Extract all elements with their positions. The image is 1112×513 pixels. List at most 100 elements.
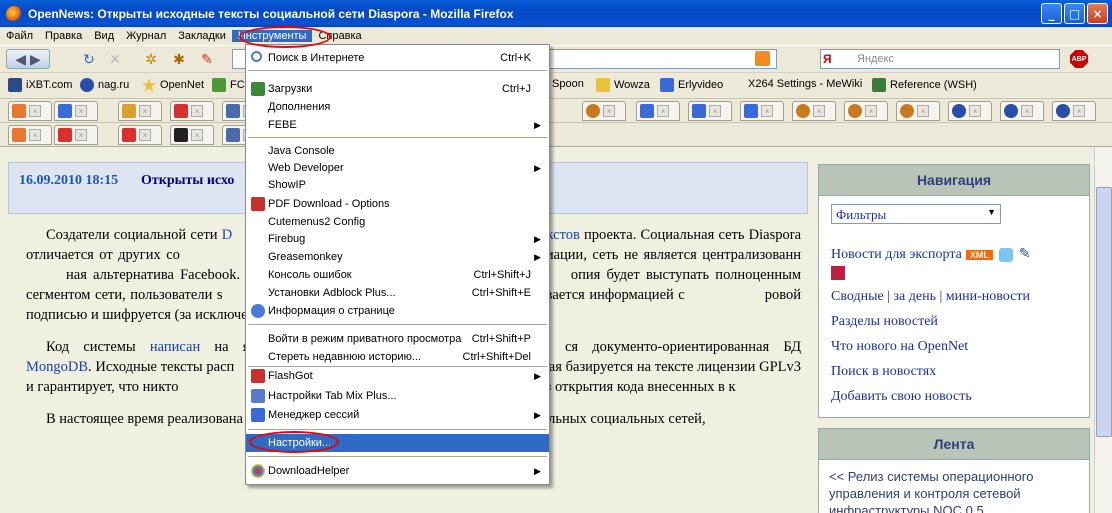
whats-new-link[interactable]: Что нового на OpenNet [831, 339, 1077, 355]
menu-item-web-developer[interactable]: Web Developer ▶ [246, 159, 549, 177]
adblock-icon[interactable]: ABP [1070, 50, 1088, 68]
menu-item-showip[interactable]: ShowIP [246, 176, 549, 194]
menu-bookmarks[interactable]: Закладки [172, 30, 232, 42]
tab-close-icon[interactable]: × [813, 105, 825, 117]
article-title[interactable]: Открыты исхо [141, 173, 234, 189]
menu-item-addons[interactable]: Дополнения [246, 98, 549, 116]
tab[interactable]: × [8, 101, 52, 121]
bookmark-fc[interactable]: FC [212, 78, 245, 92]
menu-history[interactable]: Журнал [120, 30, 172, 42]
menu-item-downloads[interactable]: Загрузки Ctrl+J [246, 80, 549, 98]
bookmark-ixbt[interactable]: iXBT.com [8, 78, 72, 92]
menu-item-java-console[interactable]: Java Console [246, 142, 549, 160]
tab[interactable]: × [792, 101, 836, 121]
back-forward-button[interactable]: ◀ ▶ [6, 49, 50, 69]
menu-item-cutemenus[interactable]: Cutemenus2 Config [246, 213, 549, 231]
menu-view[interactable]: Вид [88, 30, 120, 42]
menu-item-flashgot[interactable]: FlashGot ▶ [246, 367, 549, 385]
tab[interactable]: × [948, 101, 992, 121]
maximize-button[interactable]: □ [1064, 3, 1085, 24]
minimize-button[interactable]: _ [1041, 3, 1062, 24]
search-input[interactable]: Я Яндекс [820, 49, 1060, 69]
tab-close-icon[interactable]: × [191, 129, 203, 141]
vertical-scrollbar[interactable] [1094, 147, 1112, 513]
menu-item-adblock-settings[interactable]: Установки Adblock Plus... Ctrl+Shift+E [246, 284, 549, 302]
bookmark-nag[interactable]: nag.ru [80, 78, 129, 92]
tab-close-icon[interactable]: × [603, 105, 615, 117]
menu-item-firebug[interactable]: Firebug ▶ [246, 230, 549, 248]
tab-close-icon[interactable]: × [139, 129, 151, 141]
tab[interactable]: × [740, 101, 784, 121]
search-icon[interactable] [831, 266, 845, 280]
menu-item-web-search[interactable]: Поиск в Интернете Ctrl+K [246, 49, 549, 67]
tool-icon[interactable]: ✲ [140, 49, 162, 69]
tab-close-icon[interactable]: × [917, 105, 929, 117]
article-link[interactable]: D [222, 227, 232, 243]
article-link[interactable]: написан [150, 339, 200, 355]
tab[interactable]: × [1052, 101, 1096, 121]
xml-icon[interactable]: XML [965, 250, 993, 260]
filter-select[interactable]: Фильтры [831, 204, 1001, 224]
bug-icon[interactable]: ✱ [168, 49, 190, 69]
tab-close-icon[interactable]: × [1073, 105, 1085, 117]
bookmark-x264[interactable]: X264 Settings - MeWiki [748, 78, 862, 90]
tab[interactable]: × [54, 125, 98, 145]
bookmark-wowza[interactable]: Wowza [596, 78, 650, 92]
tab-close-icon[interactable]: × [709, 105, 721, 117]
sections-link[interactable]: Разделы новостей [831, 314, 1077, 330]
close-button[interactable]: × [1087, 3, 1108, 24]
article-link[interactable]: MongoDB [26, 359, 88, 375]
bookmark-spoon[interactable]: Spoon [552, 78, 584, 90]
tab-close-icon[interactable]: × [969, 105, 981, 117]
tab[interactable]: × [582, 101, 626, 121]
tab[interactable]: × [118, 125, 162, 145]
export-link[interactable]: Новости для экспорта XML ✎ [831, 246, 1077, 263]
tab[interactable]: × [170, 101, 214, 121]
bookmark-wsh[interactable]: Reference (WSH) [872, 78, 977, 92]
menu-item-greasemonkey[interactable]: Greasemonkey ▶ [246, 248, 549, 266]
menu-item-febe[interactable]: FEBE ▶ [246, 116, 549, 134]
bookmark-erlyvideo[interactable]: Erlyvideo [660, 78, 723, 92]
tab-close-icon[interactable]: × [29, 105, 41, 117]
tab[interactable]: × [688, 101, 732, 121]
tab-close-icon[interactable]: × [657, 105, 669, 117]
menu-item-pdf-download[interactable]: PDF Download - Options [246, 195, 549, 213]
tab-close-icon[interactable]: × [29, 129, 41, 141]
pencil-icon[interactable]: ✎ [1019, 247, 1031, 262]
tab[interactable]: × [54, 101, 98, 121]
tab[interactable]: × [8, 125, 52, 145]
tab-close-icon[interactable]: × [191, 105, 203, 117]
scrollbar-thumb[interactable] [1096, 187, 1112, 437]
rss-icon[interactable] [755, 51, 770, 66]
tab[interactable]: × [844, 101, 888, 121]
menu-item-error-console[interactable]: Консоль ошибок Ctrl+Shift+J [246, 266, 549, 284]
stop-button[interactable]: ✕ [104, 49, 126, 69]
tab[interactable]: × [896, 101, 940, 121]
news-search-link[interactable]: Поиск в новостях [831, 364, 1077, 380]
menu-item-page-info[interactable]: Информация о странице [246, 302, 549, 320]
tab[interactable]: × [118, 101, 162, 121]
menu-item-downloadhelper[interactable]: DownloadHelper ▶ [246, 462, 549, 480]
menu-item-session-manager[interactable]: Менеджер сессий ▶ [246, 406, 549, 424]
bookmark-opennet[interactable]: OpenNet [142, 78, 204, 92]
menu-item-clear-history[interactable]: Стереть недавнюю историю... Ctrl+Shift+De… [246, 348, 549, 366]
menu-item-private-browsing[interactable]: Войти в режим приватного просмотра Ctrl+S… [246, 330, 549, 348]
tab-close-icon[interactable]: × [761, 105, 773, 117]
menu-file[interactable]: Файл [0, 30, 39, 42]
twitter-icon[interactable] [998, 247, 1013, 262]
tab-close-icon[interactable]: × [1021, 105, 1033, 117]
reload-button[interactable]: ↻ [78, 49, 100, 69]
tab[interactable]: × [1000, 101, 1044, 121]
add-news-link[interactable]: Добавить свою новость [831, 389, 1077, 405]
menu-edit[interactable]: Правка [39, 30, 88, 42]
lenta-item[interactable]: << Релиз системы операционного управлени… [829, 468, 1079, 513]
tab-close-icon[interactable]: × [139, 105, 151, 117]
tab-close-icon[interactable]: × [75, 129, 87, 141]
tool2-icon[interactable]: ✎ [196, 49, 218, 69]
tab[interactable]: × [170, 125, 214, 145]
tab[interactable]: × [636, 101, 680, 121]
menu-item-tabmix-settings[interactable]: Настройки Tab Mix Plus... [246, 387, 549, 405]
tab-close-icon[interactable]: × [865, 105, 877, 117]
tab-close-icon[interactable]: × [75, 105, 87, 117]
tab-favicon [1056, 104, 1070, 118]
